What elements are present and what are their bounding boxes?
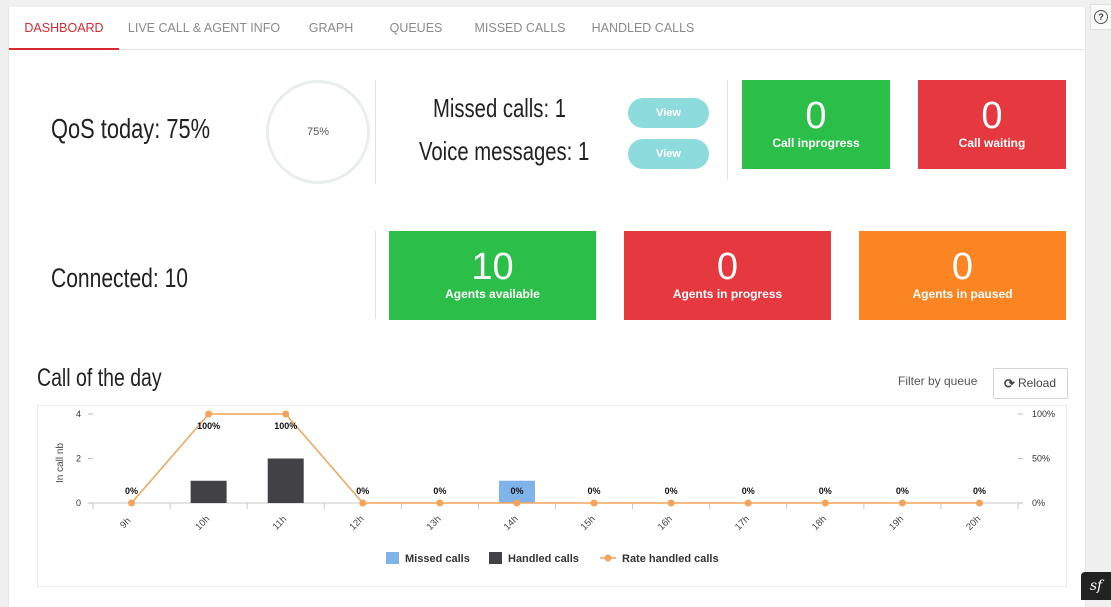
divider	[375, 231, 376, 319]
tab-graph[interactable]: GRAPH	[304, 7, 358, 48]
call-in-progress-count: 0	[805, 95, 827, 137]
rate-point	[667, 499, 675, 507]
x-tick-label: 9h	[118, 516, 133, 531]
rate-data-label: 0%	[125, 486, 138, 496]
y2-tick-label: 100%	[1032, 409, 1055, 419]
call-waiting-count: 0	[981, 95, 1003, 137]
agents-available-count: 10	[471, 246, 514, 288]
agents-available-tile: 10 Agents available	[389, 231, 596, 320]
x-tick-label: 12h	[348, 514, 367, 533]
bar-handled	[190, 480, 227, 503]
call-waiting-tile: 0 Call waiting	[918, 80, 1066, 169]
connected-label: Connected: 10	[51, 263, 188, 293]
rate-data-label: 0%	[433, 486, 446, 496]
call-of-the-day-title: Call of the day	[37, 364, 162, 392]
tab-dashboard[interactable]: DASHBOARD	[9, 7, 119, 50]
qos-gauge: 75%	[266, 80, 370, 184]
voice-messages-label: Voice messages: 1	[419, 136, 590, 166]
y2-tick-label: 0%	[1032, 498, 1045, 508]
y-tick-label: 0	[76, 498, 81, 508]
qos-today-label: QoS today: 75%	[51, 113, 211, 144]
rate-point	[821, 499, 829, 507]
rate-point	[975, 499, 983, 507]
rate-point	[128, 499, 136, 507]
rate-line	[130, 413, 980, 504]
rate-data-label: 0%	[819, 486, 832, 496]
legend-swatch	[489, 552, 502, 564]
legend-swatch	[386, 552, 399, 564]
tab-live-call-agent-info[interactable]: LIVE CALL & AGENT INFO	[127, 7, 281, 48]
y-tick-label: 2	[76, 454, 81, 464]
y-tick-label: 4	[76, 409, 81, 419]
help-circle-icon: ?	[1094, 10, 1108, 24]
symfony-logo-icon[interactable]: sf	[1081, 572, 1111, 600]
agents-in-progress-label: Agents in progress	[672, 287, 783, 301]
refresh-icon: ⟳	[1004, 376, 1015, 391]
call-of-the-day-chart: 0 2 4 0% 50% 100% In call nb 9h 10h 11h 12h 13h 14h 1…	[37, 405, 1067, 587]
qos-gauge-value: 75%	[306, 126, 330, 138]
bar-handled	[267, 458, 304, 503]
rate-point	[205, 410, 213, 418]
rate-data-label: 0%	[356, 486, 369, 496]
x-tick-label: 13h	[425, 514, 444, 533]
tab-missed-calls[interactable]: MISSED CALLS	[474, 7, 566, 48]
tab-queues[interactable]: QUEUES	[384, 7, 448, 48]
rate-point	[744, 499, 752, 507]
agents-in-progress-count: 0	[716, 246, 739, 288]
reload-button[interactable]: ⟳ Reload	[993, 368, 1068, 399]
reload-label: Reload	[1018, 376, 1057, 390]
x-tick-label: 11h	[271, 514, 289, 532]
rate-data-label: 0%	[665, 486, 678, 496]
rate-point	[513, 499, 521, 507]
agents-available-label: Agents available	[445, 287, 540, 301]
rate-point	[590, 499, 598, 507]
rate-data-label: 0%	[896, 486, 909, 496]
rate-point	[359, 499, 367, 507]
call-in-progress-label: Call inprogress	[772, 136, 860, 150]
agents-in-paused-count: 0	[951, 246, 974, 288]
rate-data-label: 100%	[274, 421, 297, 431]
rate-data-label: 0%	[588, 486, 601, 496]
missed-calls-label: Missed calls: 1	[433, 93, 566, 123]
x-tick-label: 15h	[579, 514, 598, 533]
call-waiting-label: Call waiting	[958, 136, 1026, 150]
x-tick-label: 10h	[193, 514, 212, 533]
rate-data-label: 0%	[973, 486, 986, 496]
view-voice-messages-button[interactable]: View	[628, 139, 709, 169]
x-tick-label: 19h	[887, 514, 906, 533]
x-tick-label: 17h	[733, 514, 752, 533]
tab-handled-calls[interactable]: HANDLED CALLS	[591, 7, 695, 48]
help-button[interactable]: ?	[1090, 4, 1111, 30]
y2-tick-label: 50%	[1032, 454, 1050, 464]
rate-data-label: 100%	[197, 421, 220, 431]
agents-in-paused-tile: 0 Agents in paused	[859, 231, 1066, 320]
call-in-progress-tile: 0 Call inprogress	[742, 80, 890, 169]
rate-point	[436, 499, 444, 507]
legend-label: Missed calls	[405, 553, 470, 565]
agents-in-paused-label: Agents in paused	[912, 287, 1013, 301]
chart-canvas: 0 2 4 0% 50% 100% In call nb 9h 10h 11h 12h 13h 14h 1…	[55, 409, 1055, 565]
x-tick-label: 18h	[810, 514, 829, 533]
divider	[375, 80, 376, 184]
agents-in-progress-tile: 0 Agents in progress	[624, 231, 831, 320]
rate-point	[898, 499, 906, 507]
legend-label: Handled calls	[508, 553, 579, 565]
legend-marker	[604, 554, 612, 562]
filter-by-queue-dropdown[interactable]: Filter by queue	[898, 374, 977, 388]
divider	[727, 80, 728, 180]
x-tick-label: 20h	[964, 514, 983, 533]
legend-label: Rate handled calls	[622, 553, 719, 565]
y-axis-label: In call nb	[55, 443, 66, 483]
view-missed-calls-button[interactable]: View	[628, 98, 709, 128]
tab-bar: DASHBOARD LIVE CALL & AGENT INFO GRAPH Q…	[9, 7, 1085, 50]
x-tick-label: 16h	[656, 514, 675, 533]
dashboard-panel: DASHBOARD LIVE CALL & AGENT INFO GRAPH Q…	[8, 7, 1086, 607]
rate-data-label: 0%	[742, 486, 755, 496]
rate-data-label: 0%	[510, 486, 523, 496]
rate-point	[282, 410, 290, 418]
x-tick-label: 14h	[502, 514, 521, 533]
